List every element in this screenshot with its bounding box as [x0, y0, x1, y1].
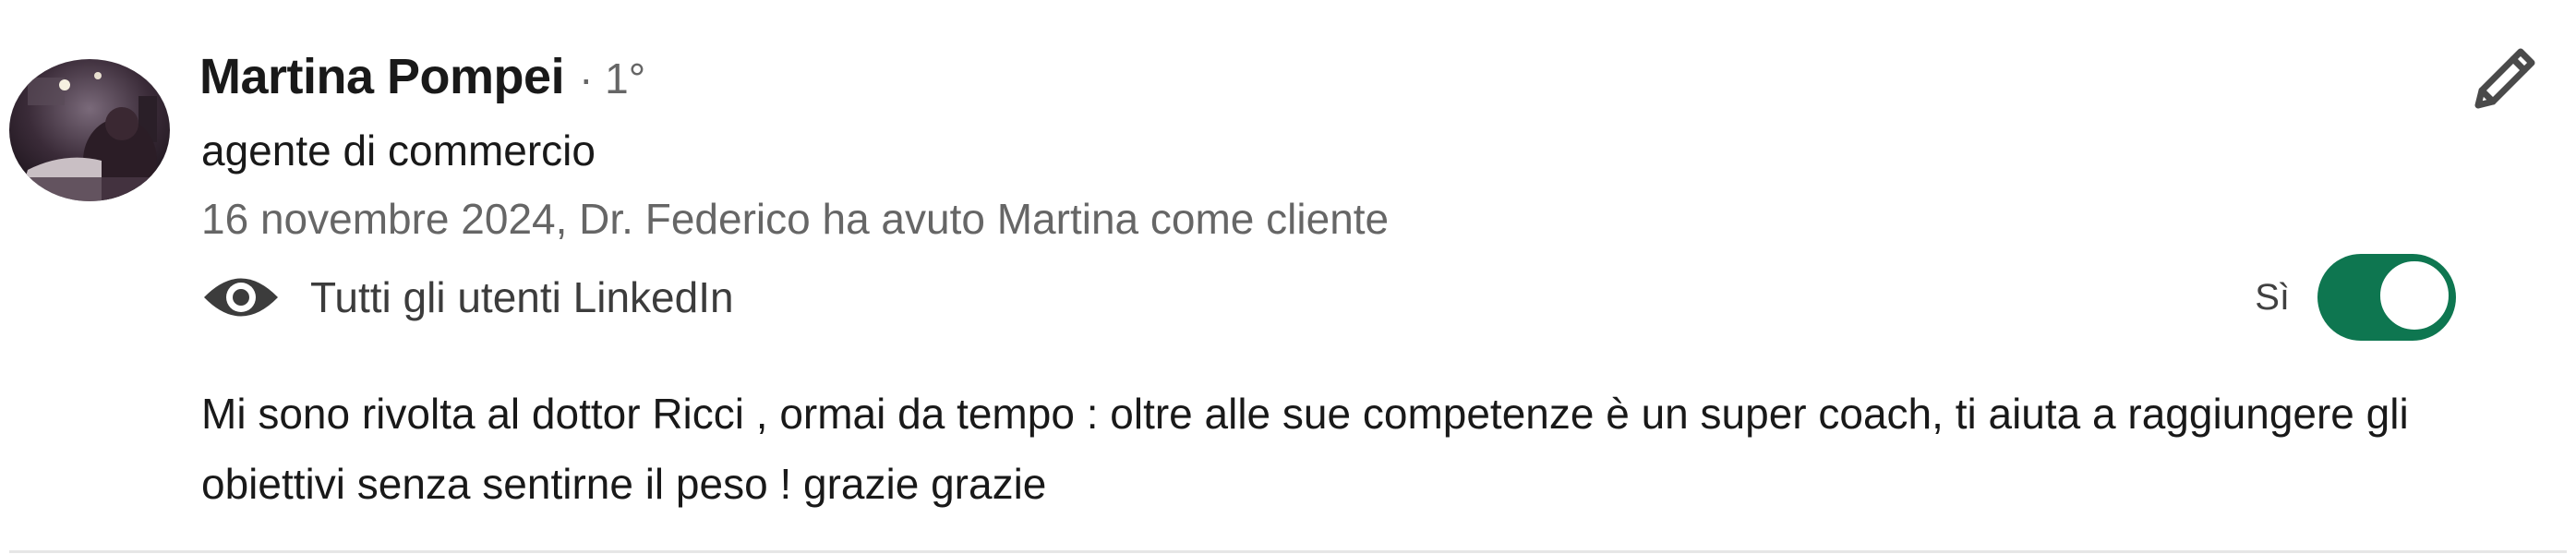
recommendation-meta: 16 novembre 2024, Dr. Federico ha avuto …: [201, 195, 1390, 243]
recommendation-text: Mi sono rivolta al dottor Ricci , ormai …: [201, 390, 2409, 508]
divider: [9, 550, 2567, 553]
visibility-toggle-group: Sì: [2255, 251, 2456, 343]
visibility-label: Tutti gli utenti LinkedIn: [310, 273, 734, 321]
edit-button[interactable]: [2463, 41, 2543, 120]
toggle-label: Sì: [2255, 276, 2290, 318]
eye-icon: [201, 271, 281, 324]
visibility-toggle[interactable]: [2317, 254, 2456, 341]
author-name[interactable]: Martina Pompei: [199, 48, 565, 105]
author-name-line: Martina Pompei · 1°: [199, 48, 645, 111]
toggle-knob: [2378, 259, 2450, 331]
recommendation-card: Martina Pompei · 1° agente di commercio …: [0, 0, 2576, 554]
avatar[interactable]: [9, 59, 170, 201]
connection-degree: · 1°: [579, 54, 646, 102]
author-headline: agente di commercio: [201, 126, 596, 175]
pencil-icon: [2463, 48, 2543, 124]
visibility-row: Tutti gli utenti LinkedIn: [201, 262, 734, 332]
